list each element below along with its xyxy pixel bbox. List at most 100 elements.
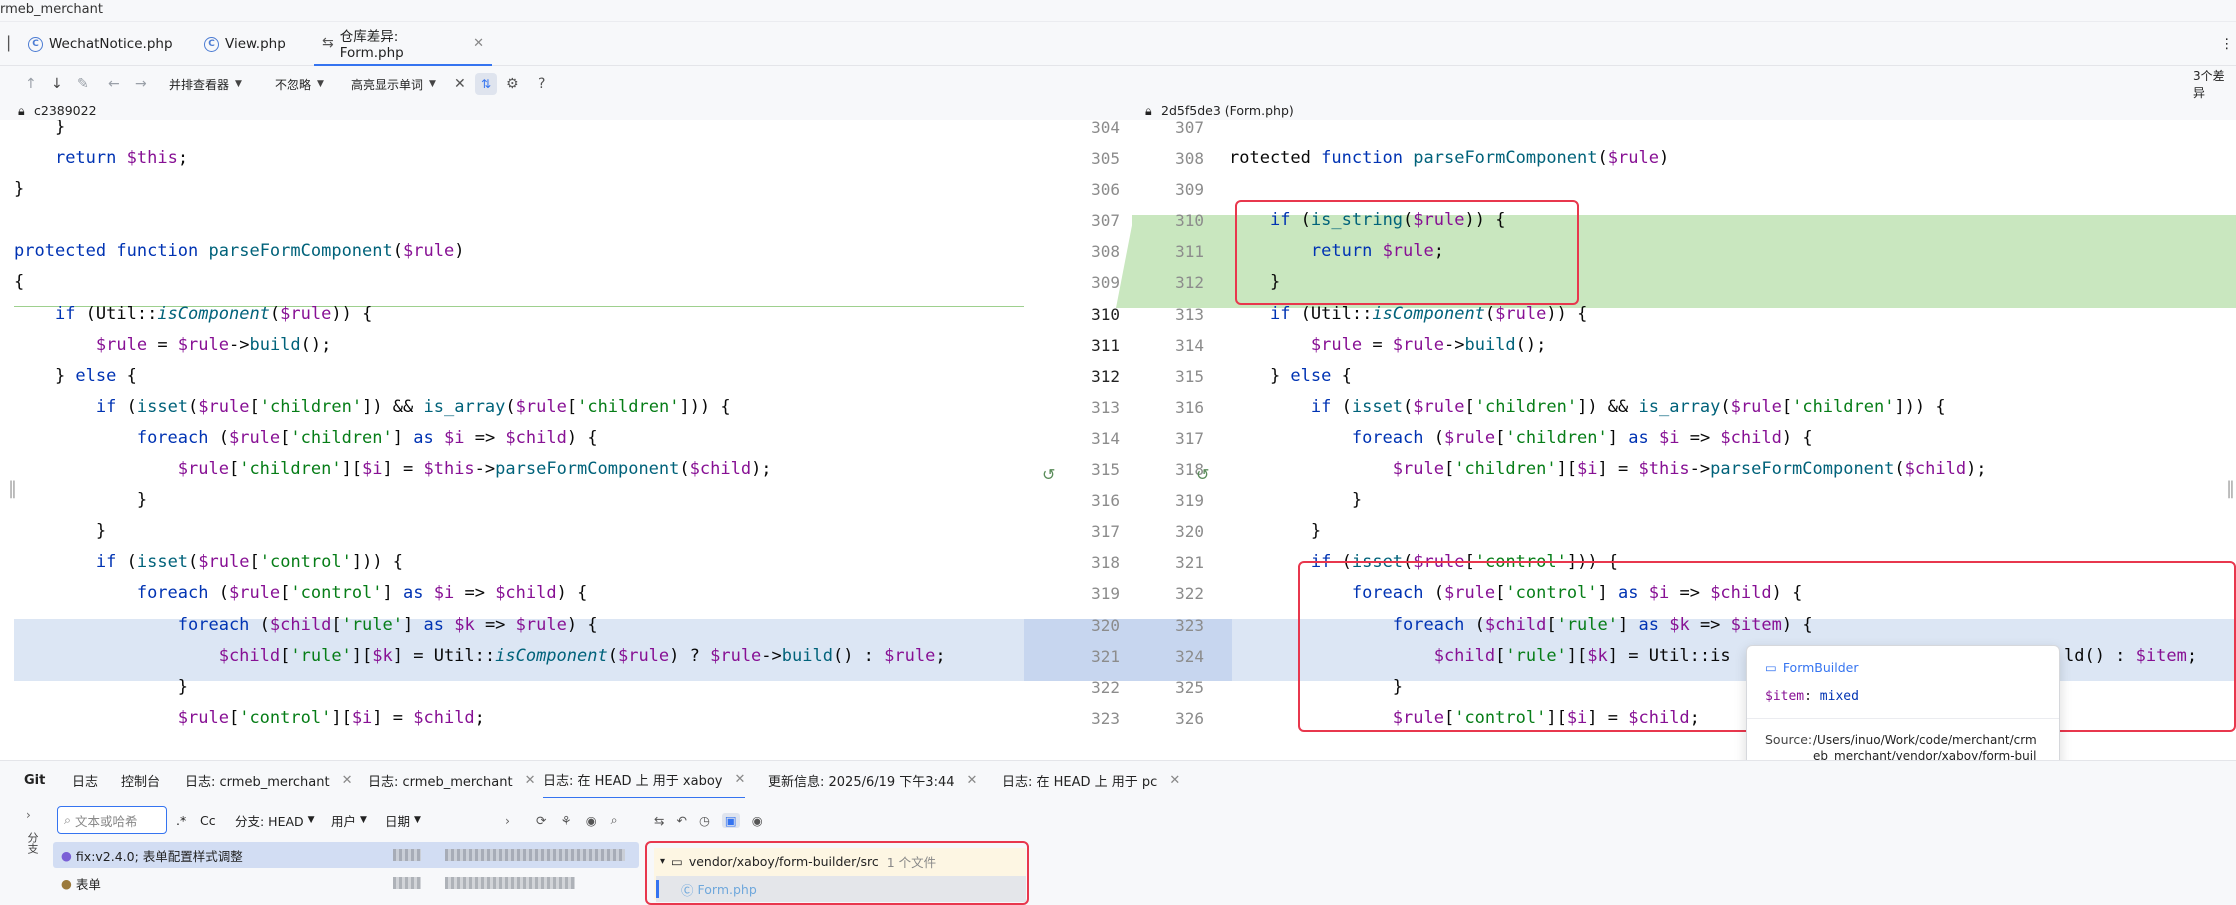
line-number: 320 [1091, 615, 1120, 635]
tab-console[interactable]: 控制台 [121, 761, 160, 799]
close-icon[interactable]: ✕ [473, 36, 484, 51]
search-icon: ⌕ [64, 812, 72, 827]
code-line[interactable]: protected function parseFormComponent($r… [14, 236, 464, 267]
group-by-folder-icon[interactable]: ▣ [721, 812, 740, 828]
code-line[interactable]: $rule['children'][$i] = $this->parseForm… [14, 454, 772, 485]
commit-node-icon: ● [61, 847, 72, 863]
line-gutter: 304 307 305 308 306 309 307 310 308 311 309 312 310 3… [1024, 120, 1232, 748]
code-line[interactable]: $rule = $rule->build(); [1229, 330, 1546, 361]
line-number: 308 [1091, 242, 1120, 262]
line-number: 309 [1091, 273, 1120, 293]
search-icon[interactable]: ⌕ [611, 812, 618, 828]
code-line[interactable]: } [1229, 485, 1362, 516]
code-line[interactable]: if (Util::isComponent($rule)) { [14, 299, 372, 330]
bottom-tool-tabs: Git 日志 控制台 日志: crmeb_merchant ✕ 日志: crmeb… [0, 760, 2236, 799]
branch-filter[interactable]: 分支: HEAD ▼ [235, 806, 315, 834]
code-line[interactable]: } [14, 485, 147, 516]
code-line[interactable]: foreach ($rule['children'] as $i => $chi… [1229, 423, 1813, 454]
tab-log[interactable]: 日志 [72, 761, 98, 799]
chevron-right-icon[interactable]: › [505, 806, 510, 834]
help-icon[interactable]: ? [538, 66, 545, 102]
more-icon[interactable]: ⋮ [2212, 22, 2236, 66]
prev-diff-icon[interactable]: ↑ [25, 66, 37, 102]
eye-icon[interactable]: ◉ [752, 813, 763, 828]
close-icon: ✕ [734, 771, 746, 787]
line-number: 319 [1091, 584, 1120, 604]
code-line[interactable]: if (isset($rule['children']) && is_array… [1229, 392, 1946, 423]
code-line[interactable]: if (isset($rule['children']) && is_array… [14, 392, 731, 423]
code-line[interactable]: } else { [1229, 361, 1352, 392]
ignore-select[interactable]: 不忽略 ▼ [275, 66, 324, 102]
code-line[interactable]: } [14, 120, 65, 143]
tab-log-crmeb-1[interactable]: 日志: crmeb_merchant ✕ [185, 761, 353, 799]
cherry-pick-icon[interactable]: ⚘ [560, 813, 571, 828]
popup-signature: $item: mixed [1765, 689, 1859, 704]
line-number: 310 [1175, 211, 1204, 231]
code-line[interactable]: } else { [14, 361, 137, 392]
code-line[interactable]: $rule['control'][$i] = $child; [14, 703, 485, 734]
tab-diff-form[interactable]: ⇆ 仓库差异: Form.php ✕ [314, 22, 492, 66]
code-line[interactable]: $rule = $rule->build(); [14, 330, 331, 361]
branches-label[interactable]: 分支 [24, 832, 40, 854]
user-filter[interactable]: 用户 ▼ [331, 806, 367, 834]
splitter-handle[interactable]: ‖ [8, 478, 17, 499]
log-search-input[interactable]: ⌕ 文本或哈希 [57, 806, 167, 834]
line-number: 311 [1091, 335, 1120, 355]
code-line[interactable]: $rule['children'][$i] = $this->parseForm… [1229, 454, 1987, 485]
revert-icon[interactable]: ↺ [1196, 465, 1209, 484]
highlight-select[interactable]: 高亮显示单词 ▼ [351, 66, 436, 102]
expand-icon[interactable]: › [26, 808, 31, 822]
diff-count: 3个差异 [2193, 69, 2225, 100]
code-line[interactable]: return $this; [14, 143, 188, 174]
code-line[interactable]: } [14, 174, 24, 205]
tab-log-pc[interactable]: 日志: 在 HEAD 上 用于 pc ✕ [1002, 761, 1180, 799]
tab-update-info[interactable]: 更新信息: 2025/6/19 下午3:44 ✕ [768, 761, 977, 799]
settings-icon[interactable]: ⚙ [506, 66, 519, 102]
code-line[interactable]: $child['rule'][$k] = Util::isComponent($… [14, 641, 946, 672]
regex-toggle[interactable]: .* [176, 806, 186, 834]
eye-icon[interactable]: ◉ [586, 813, 597, 828]
next-diff-icon[interactable]: ↓ [51, 66, 63, 102]
refresh-icon[interactable]: ⟳ [536, 813, 546, 828]
code-line[interactable]: foreach ($child['rule'] as $k => $rule) … [14, 610, 598, 641]
code-line[interactable]: } [1229, 516, 1321, 547]
revert-icon[interactable]: ↺ [1042, 465, 1055, 484]
tab-log-xaboy[interactable]: 日志: 在 HEAD 上 用于 xaboy ✕ [543, 761, 746, 799]
splitter-handle[interactable]: ‖ [2226, 478, 2235, 499]
history-icon[interactable]: ◷ [699, 813, 710, 828]
edit-icon[interactable]: ✎ [77, 66, 89, 102]
tab-log-crmeb-2[interactable]: 日志: crmeb_merchant ✕ [368, 761, 536, 799]
collapse-icon[interactable]: ✕ [454, 66, 466, 102]
back-icon[interactable]: ← [108, 66, 120, 102]
code-line[interactable]: rotected function parseFormComponent($ru… [1229, 143, 1669, 174]
line-number: 308 [1175, 149, 1204, 169]
diff-icon[interactable]: ⇆ [654, 813, 664, 828]
line-number: 320 [1175, 522, 1204, 542]
line-number: 322 [1175, 584, 1204, 604]
code-line[interactable]: foreach ($rule['control'] as $i => $chil… [14, 578, 588, 609]
popup-class[interactable]: ▭ FormBuilder [1765, 660, 1859, 675]
code-line[interactable]: if (isset($rule['control'])) { [14, 547, 403, 578]
tab-wechatnotice[interactable]: C WechatNotice.php [20, 22, 181, 66]
sync-scroll-icon[interactable]: ⇅ [475, 73, 497, 95]
line-number: 326 [1175, 708, 1204, 728]
date-filter[interactable]: 日期 ▼ [385, 806, 421, 834]
line-number: 325 [1175, 677, 1204, 697]
forward-icon[interactable]: → [135, 66, 147, 102]
line-number: 321 [1091, 646, 1120, 666]
line-number: 317 [1175, 428, 1204, 448]
line-number: 309 [1175, 180, 1204, 200]
tab-view[interactable]: C View.php [196, 22, 294, 66]
code-line[interactable]: foreach ($rule['children'] as $i => $chi… [14, 423, 598, 454]
code-line[interactable]: { [14, 267, 24, 298]
code-line[interactable]: } [14, 672, 188, 703]
line-number: 310 [1091, 304, 1120, 324]
commit-row[interactable]: ● fix:v2.4.0; 表单配置样式调整 [53, 842, 639, 868]
line-number: 311 [1175, 242, 1204, 262]
tab-git[interactable]: Git [24, 761, 45, 799]
undo-icon[interactable]: ↶ [676, 813, 686, 828]
case-toggle[interactable]: Cc [200, 806, 216, 834]
viewer-select[interactable]: 并排查看器 ▼ [169, 66, 242, 102]
commit-row[interactable]: ● 表单 [53, 870, 639, 896]
code-line[interactable]: } [14, 516, 106, 547]
